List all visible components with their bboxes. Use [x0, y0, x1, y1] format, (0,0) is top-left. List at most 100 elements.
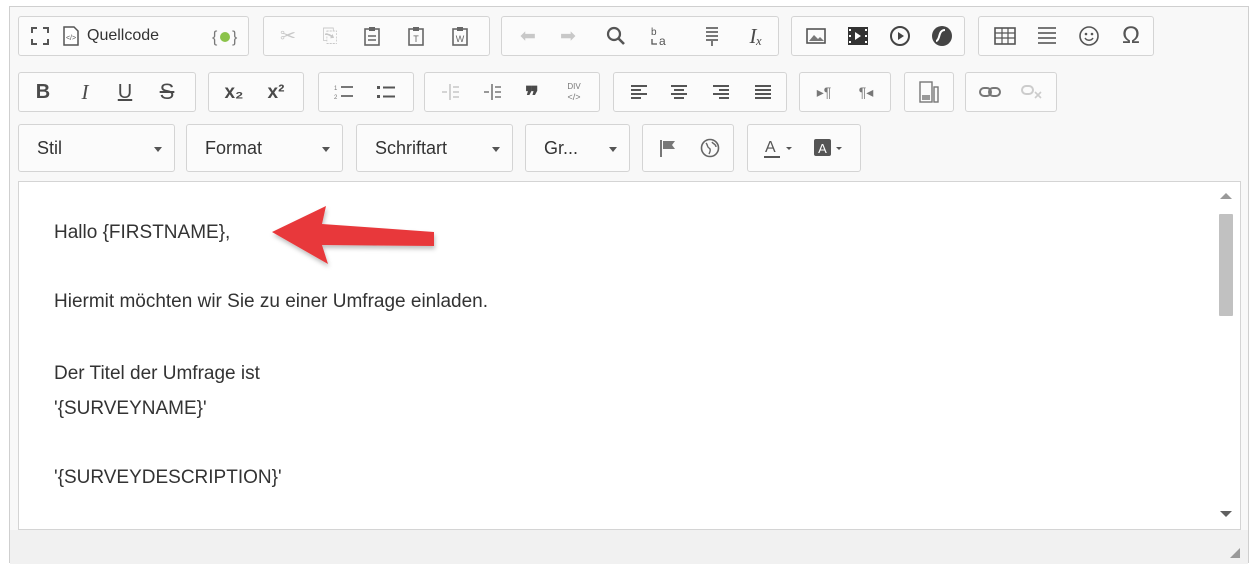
link-button[interactable]: [970, 73, 1010, 111]
remove-format-button[interactable]: Iₓ: [738, 17, 774, 55]
scroll-down-arrow[interactable]: [1220, 511, 1232, 517]
font-dropdown-label: Schriftart: [375, 137, 448, 158]
editor-content-area[interactable]: Hallo {FIRSTNAME}, Hiermit möchten wir S…: [18, 181, 1241, 530]
underline-icon: U: [117, 81, 133, 103]
body-line-title: Der Titel der Umfrage ist: [54, 363, 260, 384]
placeholder-button[interactable]: { }: [209, 17, 241, 55]
media-embed-button[interactable]: [882, 17, 918, 55]
source-button[interactable]: </> Quellcode: [63, 17, 203, 55]
subscript-icon: x₂: [224, 81, 244, 103]
paste-word-button[interactable]: W: [442, 17, 478, 55]
rich-text-editor: </> Quellcode { } ✂ ⎘ T W ⬅ ➡ b a Iₓ Ω B…: [9, 6, 1249, 564]
blockquote-button[interactable]: ❞: [513, 73, 551, 111]
copy-button[interactable]: ⎘: [312, 17, 348, 55]
table-button[interactable]: [987, 17, 1023, 55]
chevron-down-icon: [322, 147, 330, 152]
align-center-icon: [671, 85, 687, 99]
flag-icon: [660, 140, 675, 157]
replace-button[interactable]: ba: [642, 17, 678, 55]
svg-text:{: {: [212, 29, 218, 46]
unlink-button[interactable]: [1012, 73, 1052, 111]
style-dropdown-label: Stil: [37, 137, 63, 158]
flash-button[interactable]: [924, 17, 960, 55]
text-direction-rtl-button[interactable]: ¶◂: [846, 73, 886, 111]
align-left-button[interactable]: [620, 73, 658, 111]
search-icon: [606, 26, 625, 45]
find-button[interactable]: [598, 17, 634, 55]
align-center-button[interactable]: [660, 73, 698, 111]
redo-button[interactable]: ➡: [550, 17, 586, 55]
undo-icon: ⬅: [520, 25, 536, 47]
strikethrough-icon: S: [159, 79, 175, 104]
globe-icon: [700, 138, 720, 158]
undo-button[interactable]: ⬅: [510, 17, 546, 55]
toolbar-group-align: [613, 72, 787, 112]
scrollbar-thumb[interactable]: [1219, 214, 1233, 316]
svg-text:DIV: DIV: [567, 82, 581, 91]
underline-button[interactable]: U: [107, 73, 143, 111]
unlink-icon: [1021, 85, 1042, 99]
special-char-button[interactable]: Ω: [1113, 17, 1149, 55]
cut-button[interactable]: ✂: [270, 17, 306, 55]
font-size-dropdown[interactable]: Gr...: [525, 124, 630, 172]
redo-icon: ➡: [560, 25, 576, 47]
greeting-line: Hallo {FIRSTNAME},: [54, 222, 231, 243]
toolbar-group-links: [965, 72, 1057, 112]
justify-button[interactable]: [744, 73, 782, 111]
templates-button[interactable]: [909, 73, 949, 111]
globe-button[interactable]: [691, 125, 729, 171]
ltr-icon: ▸¶: [816, 84, 832, 100]
background-color-button[interactable]: A: [806, 125, 854, 171]
vertical-scrollbar[interactable]: [1212, 182, 1240, 529]
table-icon: [994, 27, 1016, 45]
select-all-button[interactable]: [694, 17, 730, 55]
svg-text:1: 1: [334, 86, 338, 92]
cut-icon: ✂: [280, 25, 296, 47]
language-button[interactable]: [649, 125, 687, 171]
style-dropdown[interactable]: Stil: [18, 124, 175, 172]
select-all-icon: [706, 27, 718, 46]
maximize-button[interactable]: [25, 17, 55, 55]
toolbar-group-document: </> Quellcode { }: [18, 16, 249, 56]
placeholder-icon: { }: [212, 29, 238, 46]
svg-text:}: }: [232, 29, 238, 46]
toolbar-group-templates: [904, 72, 954, 112]
scroll-up-arrow[interactable]: [1220, 193, 1232, 199]
bold-button[interactable]: B: [25, 73, 61, 111]
resize-handle-icon[interactable]: [1230, 548, 1240, 558]
toolbar-group-language: [642, 124, 734, 172]
subscript-button[interactable]: x₂: [215, 73, 253, 111]
image-button[interactable]: [798, 17, 834, 55]
text-direction-ltr-button[interactable]: ▸¶: [804, 73, 844, 111]
smiley-button[interactable]: [1071, 17, 1107, 55]
create-div-button[interactable]: DIV </>: [555, 73, 593, 111]
format-dropdown-label: Format: [205, 137, 263, 158]
chevron-down-icon: [609, 147, 617, 152]
annotation-arrow-icon: [272, 206, 434, 264]
svg-text:</>: </>: [66, 35, 76, 42]
svg-text:2: 2: [334, 95, 338, 101]
div-icon: DIV</>: [567, 82, 581, 102]
bulleted-list-button[interactable]: [367, 73, 405, 111]
svg-text:T: T: [413, 34, 419, 44]
indent-button[interactable]: [473, 73, 511, 111]
outdent-button[interactable]: [431, 73, 469, 111]
play-icon: [890, 26, 910, 46]
svg-text:A: A: [765, 139, 776, 156]
superscript-button[interactable]: x²: [257, 73, 295, 111]
numbered-list-button[interactable]: 12: [325, 73, 363, 111]
paste-button[interactable]: [354, 17, 390, 55]
italic-button[interactable]: I: [67, 73, 103, 111]
text-color-button[interactable]: A: [756, 125, 804, 171]
font-dropdown[interactable]: Schriftart: [356, 124, 513, 172]
editor-footer: [10, 530, 1248, 564]
svg-text:W: W: [456, 34, 465, 44]
video-button[interactable]: [840, 17, 876, 55]
body-line-invite: Hiermit möchten wir Sie zu einer Umfrage…: [54, 291, 489, 312]
paste-text-button[interactable]: T: [398, 17, 434, 55]
format-dropdown[interactable]: Format: [186, 124, 343, 172]
strike-button[interactable]: S: [149, 73, 185, 111]
quote-icon: ❞: [525, 81, 539, 111]
horizontal-line-button[interactable]: [1029, 17, 1065, 55]
align-right-button[interactable]: [702, 73, 740, 111]
